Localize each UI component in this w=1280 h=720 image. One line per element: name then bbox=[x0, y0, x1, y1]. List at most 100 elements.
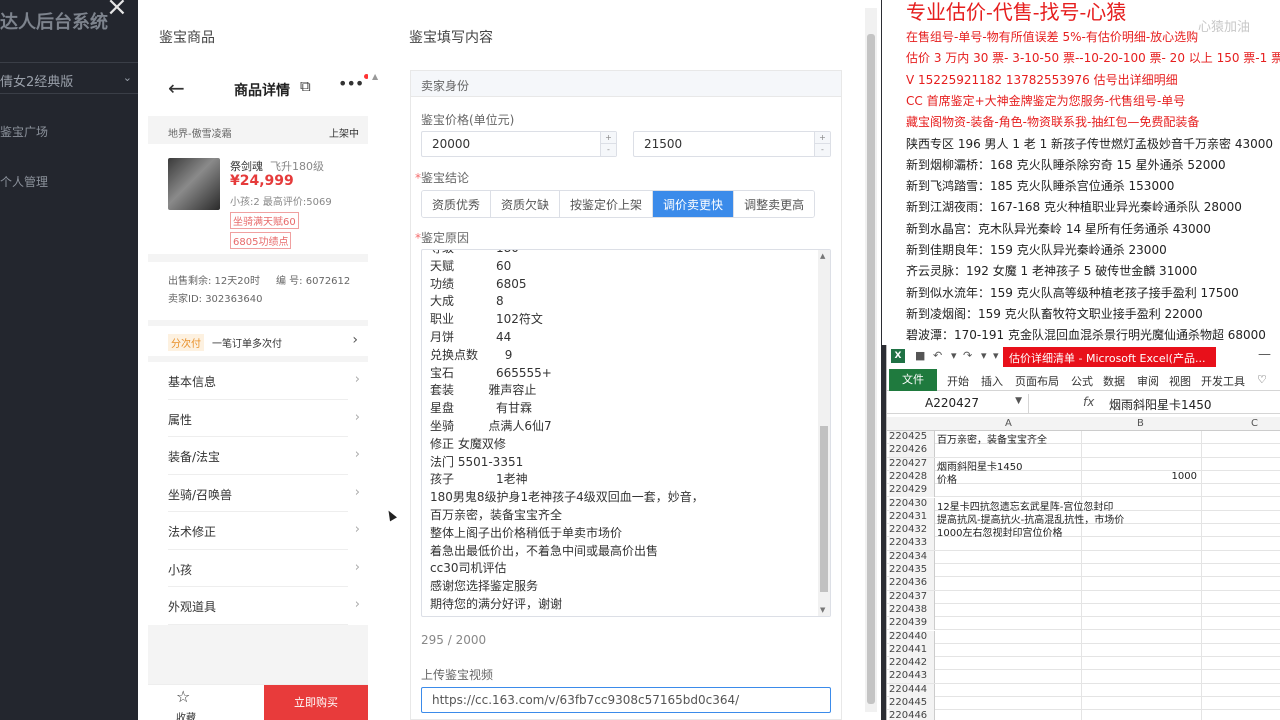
chevron-down-icon[interactable]: ▾ bbox=[981, 349, 987, 362]
video-url-field[interactable] bbox=[422, 688, 822, 712]
row-number[interactable]: 220442 bbox=[889, 657, 935, 671]
row-number[interactable]: 220443 bbox=[889, 670, 935, 684]
ribbon-tab-view[interactable]: 视图 bbox=[1169, 373, 1191, 389]
ribbon-tab-home[interactable]: 开始 bbox=[947, 373, 969, 389]
reason-scrollbar-thumb[interactable] bbox=[820, 426, 828, 592]
row-number[interactable]: 220431 bbox=[889, 510, 935, 524]
reason-textarea[interactable]: 等级 180天赋 60 功绩 6805 大成 8 职业 102符文月饼 44 兑换点数 … bbox=[421, 249, 831, 617]
ribbon-tab-page-layout[interactable]: 页面布局 bbox=[1015, 373, 1059, 389]
row-number[interactable]: 220429 bbox=[889, 484, 935, 498]
row-number[interactable]: 220430 bbox=[889, 497, 935, 511]
conclusion-option-sell-faster[interactable]: 调价卖更快 bbox=[653, 191, 735, 217]
menu-item-equipment[interactable]: 装备/法宝 › bbox=[168, 437, 360, 475]
ribbon-tab-developer[interactable]: 开发工具 bbox=[1201, 373, 1245, 389]
fx-icon[interactable]: fx bbox=[1083, 395, 1094, 409]
column-header-b[interactable]: B bbox=[1137, 418, 1144, 429]
role-price: ¥24,999 bbox=[230, 173, 294, 189]
appraisal-modal: 鉴宝商品 鉴宝填写内容 ← 商品详情 ⧉ ••• 地界-傲雪凌霜 上架中 祭剑魂… bbox=[138, 0, 881, 720]
customize-icon[interactable]: ▾ bbox=[993, 349, 999, 362]
row-number[interactable]: 220440 bbox=[889, 630, 935, 644]
row-number[interactable]: 220444 bbox=[889, 683, 935, 697]
scroll-down-icon[interactable]: ▼ bbox=[820, 606, 825, 614]
formula-value[interactable]: 烟雨斜阳星卡1450 bbox=[1109, 396, 1212, 413]
reason-text[interactable]: 等级 180天赋 60 功绩 6805 大成 8 职业 102符文月饼 44 兑换点数 … bbox=[430, 250, 815, 614]
modal-scrollbar[interactable] bbox=[865, 8, 877, 712]
ribbon-tab-data[interactable]: 数据 bbox=[1103, 373, 1125, 389]
price-max-input[interactable]: +- bbox=[633, 131, 831, 157]
ribbon-help-icon[interactable]: ♡ bbox=[1257, 373, 1267, 386]
nav-item-personal[interactable]: 个人管理 bbox=[0, 173, 48, 190]
row-number[interactable]: 220436 bbox=[889, 577, 935, 591]
save-icon[interactable]: ■ bbox=[915, 349, 925, 362]
installment-row[interactable]: 分次付 一笔订单多次付 › bbox=[148, 326, 368, 356]
menu-item-mount[interactable]: 坐骑/召唤兽 › bbox=[168, 475, 360, 512]
row-number[interactable]: 220445 bbox=[889, 697, 935, 710]
back-arrow-icon[interactable]: ← bbox=[168, 76, 185, 100]
minus-icon[interactable]: - bbox=[815, 144, 830, 156]
minimize-icon[interactable]: — bbox=[1258, 347, 1271, 362]
close-icon[interactable]: × bbox=[106, 0, 128, 20]
conclusion-option-sell-higher[interactable]: 调整卖更高 bbox=[734, 191, 815, 217]
undo-icon[interactable]: ↶ bbox=[933, 349, 942, 362]
ribbon-tab-formulas[interactable]: 公式 bbox=[1071, 373, 1093, 389]
role-card[interactable]: 祭剑魂 飞升180级 ¥24,999 小孩:2 最高评价:5069 坐骑满天赋6… bbox=[148, 144, 368, 254]
price-min-stepper[interactable]: + - bbox=[600, 132, 616, 156]
row-number[interactable]: 220446 bbox=[889, 710, 935, 720]
row-number[interactable]: 220426 bbox=[889, 444, 935, 458]
row-number[interactable]: 220427 bbox=[889, 457, 935, 471]
row-number[interactable]: 220434 bbox=[889, 550, 935, 564]
price-max-field[interactable] bbox=[634, 132, 794, 156]
table-row: 220437 bbox=[887, 590, 1280, 604]
row-number[interactable]: 220439 bbox=[889, 617, 935, 631]
price-max-stepper[interactable]: + - bbox=[814, 132, 830, 156]
video-url-input[interactable] bbox=[421, 687, 831, 713]
scroll-up-icon[interactable]: ▲ bbox=[820, 252, 825, 260]
excel-titlebar: X ■ ↶ ▾ ↷ ▾ ▾ 估价详细清单 - Microsoft Excel(产… bbox=[887, 345, 1280, 369]
menu-item-spell-mod[interactable]: 法术修正 › bbox=[168, 512, 360, 550]
table-row: 220433 bbox=[887, 537, 1280, 551]
modal-scrollbar-thumb[interactable] bbox=[867, 34, 875, 704]
plus-icon[interactable]: + bbox=[601, 132, 616, 144]
plus-icon[interactable]: + bbox=[815, 132, 830, 144]
column-header-c[interactable]: C bbox=[1251, 418, 1258, 429]
price-min-field[interactable] bbox=[422, 132, 582, 156]
version-selector[interactable]: 倩女2经典版 ⌄ bbox=[0, 62, 138, 94]
star-icon[interactable]: ☆ bbox=[176, 687, 190, 706]
conclusion-option-list-at-price[interactable]: 按鉴定价上架 bbox=[560, 191, 654, 217]
row-number[interactable]: 220437 bbox=[889, 590, 935, 604]
redo-icon[interactable]: ↷ bbox=[963, 349, 972, 362]
nav-item-appraisal-plaza[interactable]: 鉴宝广场 bbox=[0, 123, 48, 140]
name-box[interactable]: A220427 ▼ bbox=[889, 394, 1029, 413]
row-number[interactable]: 220438 bbox=[889, 603, 935, 617]
ribbon-tab-review[interactable]: 审阅 bbox=[1137, 373, 1159, 389]
conclusion-label-text: 鉴宝结论 bbox=[421, 171, 470, 185]
menu-item-appearance[interactable]: 外观道具 › bbox=[168, 587, 360, 625]
scroll-up-icon[interactable]: ▲ bbox=[372, 72, 378, 81]
reason-scrollbar[interactable]: ▲ ▼ bbox=[818, 250, 830, 616]
more-icon[interactable]: ••• bbox=[338, 74, 368, 93]
file-tab[interactable]: 文件 bbox=[889, 369, 937, 391]
row-number[interactable]: 220441 bbox=[889, 643, 935, 657]
row-number[interactable]: 220435 bbox=[889, 564, 935, 577]
menu-item-child[interactable]: 小孩 › bbox=[168, 550, 360, 587]
notice-line: 齐云灵脉：192 女魔 1 老神孩子 5 破传世金麟 31000 bbox=[906, 264, 1198, 279]
external-link-icon[interactable]: ⧉ bbox=[300, 77, 311, 95]
ribbon-tab-insert[interactable]: 插入 bbox=[981, 373, 1003, 389]
row-number[interactable]: 220428 bbox=[889, 470, 935, 484]
chevron-down-icon[interactable]: ▾ bbox=[951, 349, 957, 362]
row-number[interactable]: 220433 bbox=[889, 537, 935, 551]
cell-b[interactable]: 1000 bbox=[1107, 471, 1197, 482]
menu-item-attributes[interactable]: 属性 › bbox=[168, 400, 360, 437]
row-number[interactable]: 220425 bbox=[889, 431, 935, 444]
preview-scrollbar[interactable]: ▲ bbox=[372, 72, 380, 712]
menu-item-basic-info[interactable]: 基本信息 › bbox=[168, 362, 360, 400]
minus-icon[interactable]: - bbox=[601, 144, 616, 156]
buy-now-button[interactable]: 立即购买 bbox=[264, 685, 368, 720]
column-header-a[interactable]: A bbox=[1005, 418, 1012, 429]
conclusion-option-excellent[interactable]: 资质优秀 bbox=[422, 191, 492, 217]
conclusion-option-lacking[interactable]: 资质欠缺 bbox=[491, 191, 561, 217]
price-min-input[interactable]: +- bbox=[421, 131, 617, 157]
reason-line: 星盘 有甘霖 bbox=[430, 401, 532, 416]
chevron-down-icon[interactable]: ▼ bbox=[1015, 396, 1022, 406]
row-number[interactable]: 220432 bbox=[889, 524, 935, 538]
